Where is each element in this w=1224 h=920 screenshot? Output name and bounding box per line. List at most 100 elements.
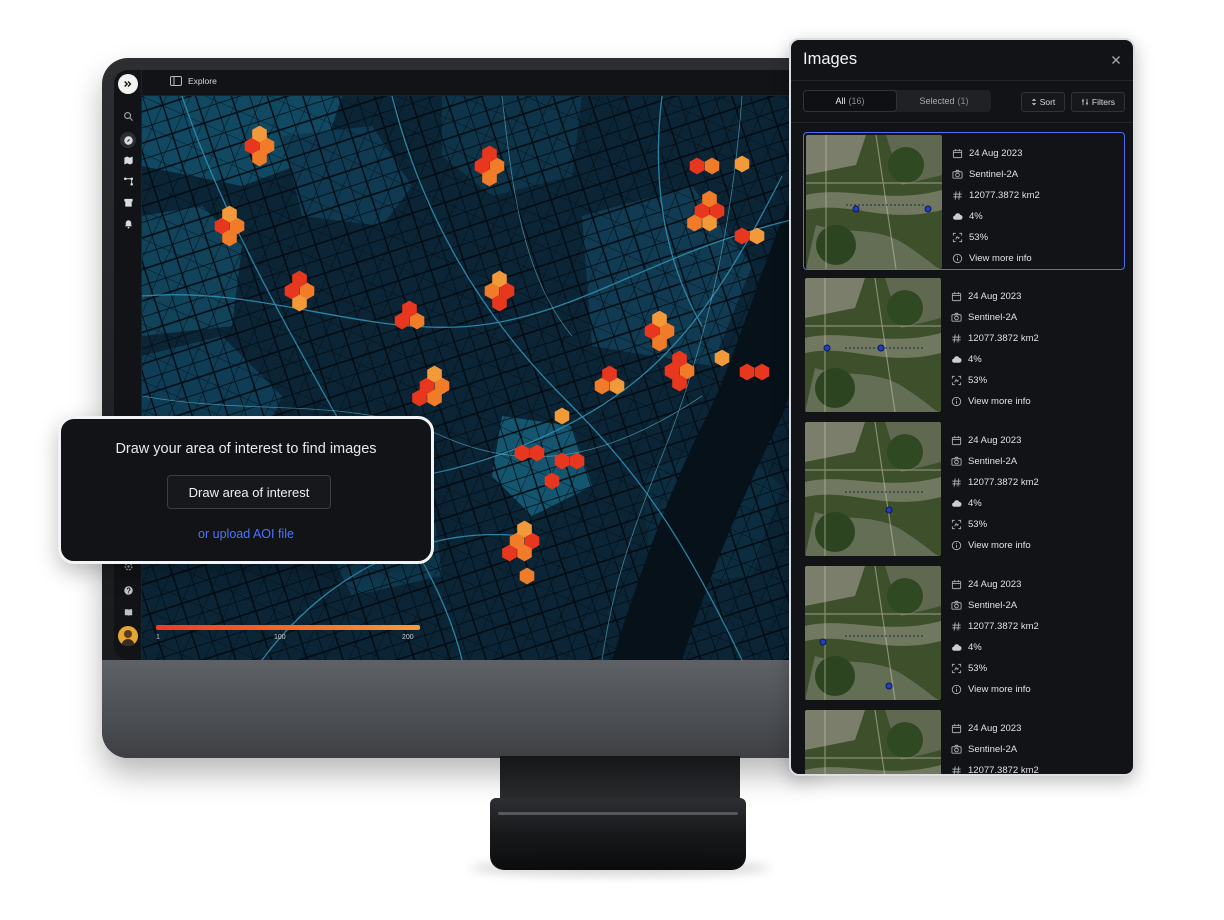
capture-date: 24 Aug 2023	[969, 148, 1023, 159]
capture-date: 24 Aug 2023	[968, 579, 1022, 590]
view-more-info-link[interactable]: View more info	[968, 396, 1031, 407]
avatar[interactable]	[118, 626, 138, 646]
aoi-coverage: 53%	[968, 375, 988, 386]
calendar-icon	[951, 580, 962, 590]
close-icon[interactable]	[1109, 53, 1123, 67]
image-card[interactable]: 24 Aug 2023Sentinel-2A12077.3872 km24%53…	[803, 132, 1125, 270]
app-screen: Explore 1 100 200	[114, 70, 810, 660]
cloud-cover: 4%	[969, 211, 983, 222]
meta-row-sensor: Sentinel-2A	[952, 164, 1122, 185]
meta-row-sensor: Sentinel-2A	[951, 595, 1121, 616]
top-bar: Explore	[142, 70, 810, 96]
meta-row-cloud: 4%	[952, 206, 1122, 227]
info-icon	[951, 540, 962, 551]
info-icon	[951, 396, 962, 407]
meta-row-sensor: Sentinel-2A	[951, 307, 1121, 328]
divider	[791, 80, 1133, 81]
image-card[interactable]: 24 Aug 2023Sentinel-2A12077.3872 km24%53…	[803, 708, 1125, 776]
hash-icon	[952, 334, 961, 343]
book-icon[interactable]	[120, 604, 136, 620]
sort-button[interactable]: Sort	[1021, 92, 1065, 112]
legend-bar	[156, 625, 420, 630]
meta-row-date: 24 Aug 2023	[952, 143, 1122, 164]
aoi-title: Draw your area of interest to find image…	[115, 441, 377, 457]
image-card[interactable]: 24 Aug 2023 Sentinel-2A 12077.3872 km2 4% 53…	[803, 276, 1125, 414]
view-more-info-link[interactable]: View more info	[968, 540, 1031, 551]
sensor-name: Sentinel-2A	[968, 312, 1018, 323]
cloud-icon	[952, 500, 962, 507]
map-canvas[interactable]	[142, 96, 810, 660]
panel-title: Images	[803, 50, 858, 68]
meta-row-cloud: 4%	[951, 637, 1121, 658]
scene-area: 12077.3872 km2	[968, 621, 1039, 632]
tab-selected-label: Selected	[919, 96, 955, 106]
capture-date: 24 Aug 2023	[968, 291, 1022, 302]
satellite-icon	[951, 744, 962, 754]
help-icon[interactable]	[120, 582, 136, 598]
meta-row-area: 12077.3872 km2	[951, 616, 1121, 637]
cloud-cover: 4%	[968, 498, 982, 509]
tab-selected[interactable]: Selected (1)	[897, 90, 991, 112]
meta-row-cloud: 4%	[951, 349, 1121, 370]
workflow-icon[interactable]	[120, 173, 136, 189]
meta-row-more[interactable]: View more info	[951, 535, 1121, 556]
satellite-icon	[951, 600, 962, 610]
cloud-icon	[952, 644, 962, 651]
cloud-icon	[952, 356, 962, 363]
image-card[interactable]: 24 Aug 2023Sentinel-2A12077.3872 km24%53…	[803, 564, 1125, 702]
meta-row-more[interactable]: View more info	[951, 679, 1121, 700]
calendar-icon	[951, 292, 962, 302]
sensor-name: Sentinel-2A	[968, 744, 1018, 755]
meta-row-area: 12077.3872 km2	[951, 472, 1121, 493]
draw-aoi-button[interactable]: Draw area of interest	[167, 475, 331, 509]
meta-row-date: 24 Aug 2023	[951, 286, 1121, 307]
monitor-neck	[500, 756, 740, 802]
legend-mid: 100	[274, 634, 286, 641]
bell-icon[interactable]	[120, 215, 136, 231]
sensor-name: Sentinel-2A	[968, 456, 1018, 467]
view-more-info-link[interactable]: View more info	[968, 684, 1031, 695]
scene-area: 12077.3872 km2	[968, 477, 1039, 488]
hash-icon	[953, 191, 962, 200]
coverage-icon	[952, 232, 963, 243]
aoi-card: Draw your area of interest to find image…	[58, 416, 434, 564]
image-meta: 24 Aug 2023 Sentinel-2A 12077.3872 km2 4% 53…	[951, 286, 1121, 412]
meta-row-more[interactable]: View more info	[951, 391, 1121, 412]
sidebar-toggle-icon[interactable]	[170, 76, 182, 86]
density-legend: 1 100 200	[156, 625, 420, 651]
filters-label: Filters	[1091, 97, 1116, 107]
logo-icon[interactable]	[118, 74, 138, 94]
image-card[interactable]: 24 Aug 2023Sentinel-2A12077.3872 km24%53…	[803, 420, 1125, 558]
aoi-coverage: 53%	[968, 519, 988, 530]
tab-all[interactable]: All (16)	[803, 90, 897, 112]
compass-icon[interactable]	[120, 132, 136, 148]
image-meta: 24 Aug 2023 Sentinel-2A 12077.3872 km2 4% 53…	[951, 430, 1121, 556]
meta-row-more[interactable]: View more info	[952, 248, 1122, 269]
meta-row-coverage: 53%	[952, 227, 1122, 248]
meta-row-area: 12077.3872 km2	[951, 760, 1121, 776]
hash-icon	[952, 622, 961, 631]
view-more-info-link[interactable]: View more info	[969, 253, 1032, 264]
satellite-thumbnail	[805, 422, 941, 556]
images-panel: Images All (16) Selected (1) Sort Filters …	[789, 38, 1135, 776]
store-icon[interactable]	[120, 194, 136, 210]
satellite-thumbnail	[805, 278, 941, 412]
search-icon[interactable]	[120, 108, 136, 124]
coverage-icon	[951, 663, 962, 674]
legend-max: 200	[402, 634, 414, 641]
meta-row-date: 24 Aug 2023	[951, 718, 1121, 739]
cloud-cover: 4%	[968, 354, 982, 365]
info-icon	[952, 253, 963, 264]
map-icon[interactable]	[120, 152, 136, 168]
cloud-cover: 4%	[968, 642, 982, 653]
map-view[interactable]: 1 100 200	[142, 96, 810, 660]
scene-area: 12077.3872 km2	[968, 765, 1039, 776]
hash-icon	[952, 478, 961, 487]
meta-row-coverage: 53%	[951, 514, 1121, 535]
monitor-chin	[102, 660, 822, 758]
scene-area: 12077.3872 km2	[968, 333, 1039, 344]
upload-aoi-link[interactable]: or upload AOI file	[61, 527, 431, 541]
image-tabs: All (16) Selected (1)	[803, 90, 991, 112]
satellite-icon	[951, 312, 962, 322]
filters-button[interactable]: Filters	[1071, 92, 1125, 112]
